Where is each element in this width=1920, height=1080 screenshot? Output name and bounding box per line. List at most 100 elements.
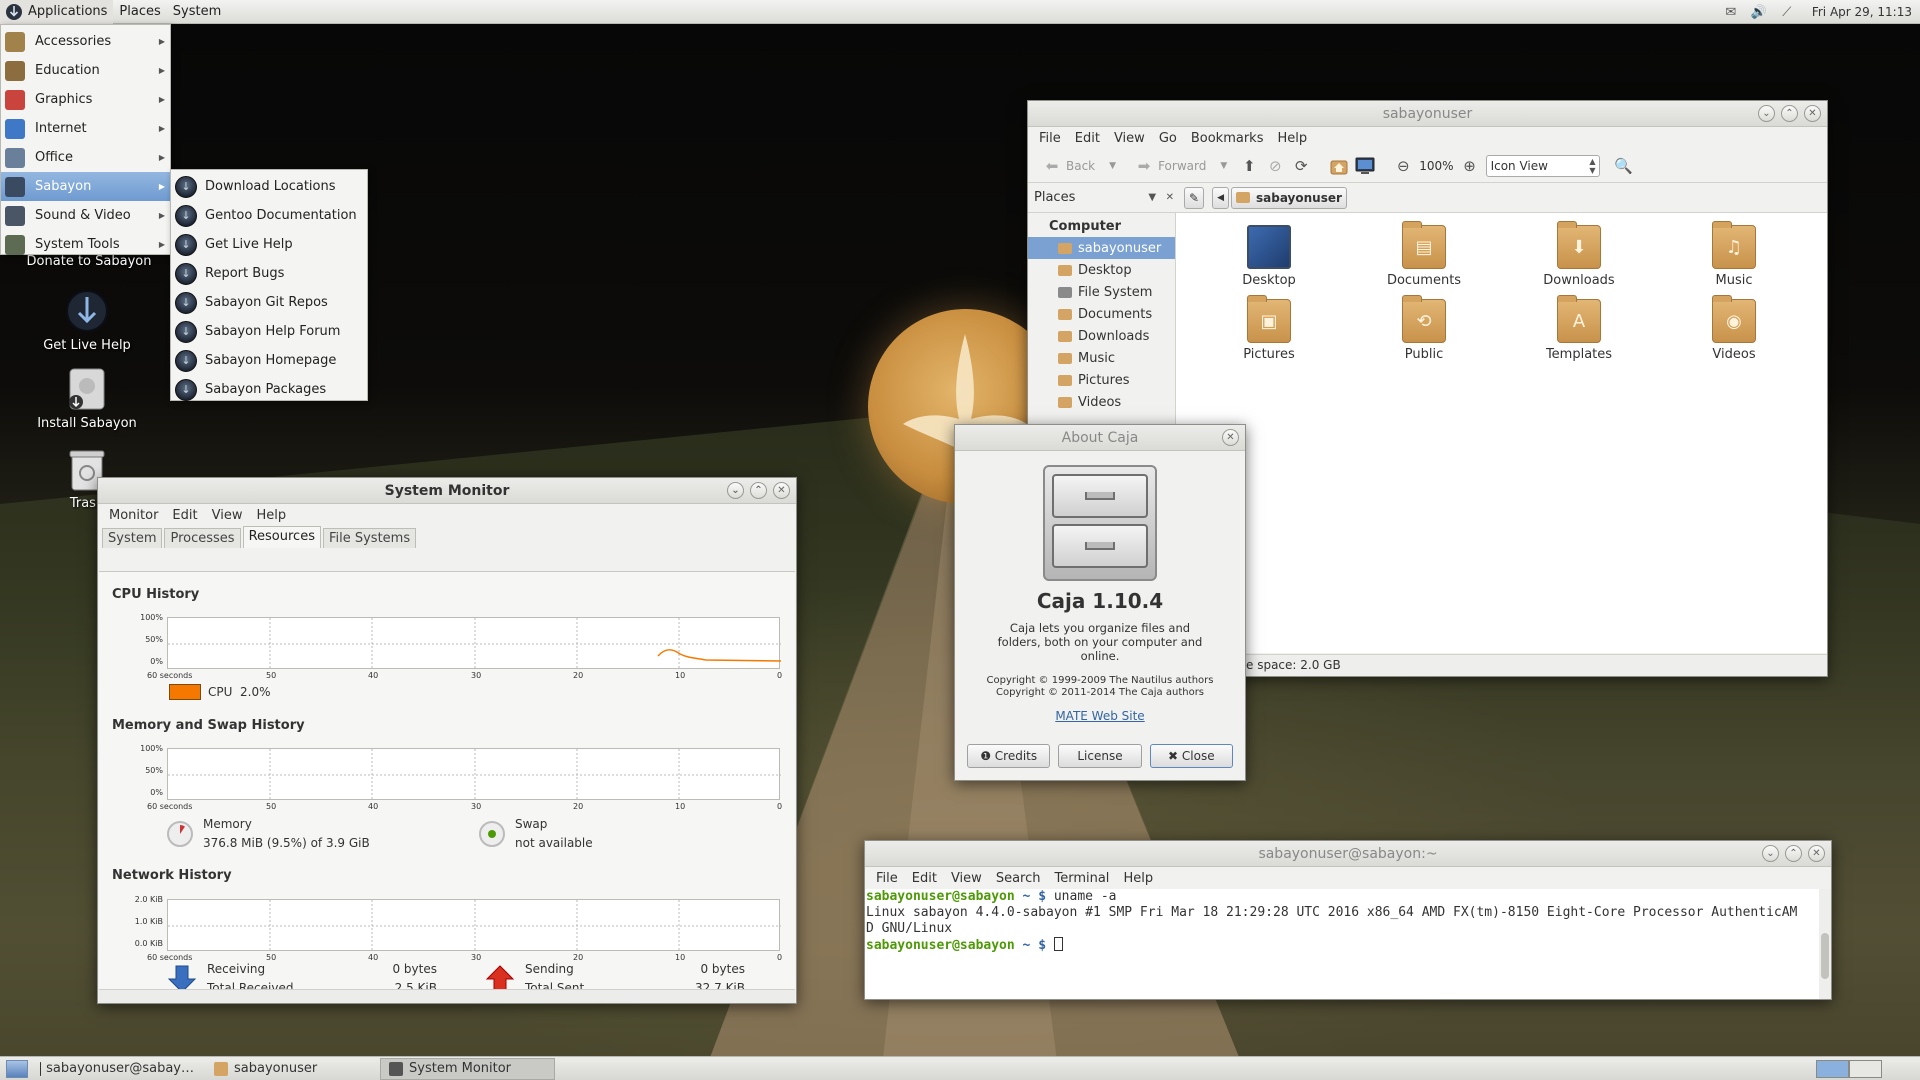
tab-processes[interactable]: Processes — [164, 528, 241, 548]
maximize-button[interactable]: ⌃ — [1785, 845, 1802, 862]
back-button[interactable]: ⬅ Back ▼ — [1036, 156, 1122, 176]
memory-pie-icon[interactable] — [167, 821, 193, 847]
file-item-pictures[interactable]: ▣ Pictures — [1214, 295, 1324, 362]
path-button-current[interactable]: sabayonuser — [1230, 186, 1347, 209]
up-arrow-icon[interactable]: ⬆ — [1239, 156, 1259, 176]
cpu-color-swatch[interactable] — [169, 684, 201, 700]
notification-icon[interactable]: ✉ — [1722, 3, 1740, 21]
terminal-scrollbar[interactable] — [1819, 889, 1831, 999]
close-button[interactable]: ✕ — [1222, 429, 1239, 446]
close-button[interactable]: ✕ — [773, 482, 790, 499]
menu-item-sabayon[interactable]: Sabayon ▶ — [1, 172, 170, 201]
file-item-downloads[interactable]: ⬇ Downloads — [1524, 221, 1634, 288]
terminal-menu-terminal[interactable]: Terminal — [1047, 871, 1116, 886]
caja-menu-go[interactable]: Go — [1152, 131, 1184, 146]
close-dialog-button[interactable]: ✖ Close — [1149, 744, 1233, 768]
places-dropdown-icon[interactable]: ▼ ✕ — [1148, 192, 1174, 203]
terminal-output[interactable]: sabayonuser@sabayon ~ $ uname -a Linux s… — [865, 889, 1820, 999]
website-link[interactable]: MATE Web Site — [955, 709, 1245, 723]
terminal-menu-edit[interactable]: Edit — [905, 871, 944, 886]
submenu-item-get-live-help[interactable]: ↓ Get Live Help — [171, 230, 367, 259]
close-button[interactable]: ✕ — [1804, 105, 1821, 122]
submenu-item-sabayon-git-repos[interactable]: ↓ Sabayon Git Repos — [171, 288, 367, 317]
volume-icon[interactable]: 🔊 — [1750, 3, 1768, 21]
file-item-music[interactable]: ♫ Music — [1679, 221, 1789, 288]
menu-item-accessories[interactable]: Accessories ▶ — [1, 27, 170, 56]
minimize-button[interactable]: ⌄ — [727, 482, 744, 499]
submenu-item-sabayon-help-forum[interactable]: ↓ Sabayon Help Forum — [171, 317, 367, 346]
sidebar-item-pictures[interactable]: Pictures — [1028, 369, 1175, 391]
sysmon-menu-edit[interactable]: Edit — [165, 508, 204, 523]
menu-item-system-tools[interactable]: System Tools ▶ — [1, 230, 170, 259]
sidebar-item-videos[interactable]: Videos — [1028, 391, 1175, 413]
maximize-button[interactable]: ⌃ — [750, 482, 767, 499]
file-item-public[interactable]: ⟲ Public — [1369, 295, 1479, 362]
minimize-button[interactable]: ⌄ — [1758, 105, 1775, 122]
sidebar-item-downloads[interactable]: Downloads — [1028, 325, 1175, 347]
submenu-item-sabayon-packages[interactable]: ↓ Sabayon Packages — [171, 375, 367, 404]
menu-item-graphics[interactable]: Graphics ▶ — [1, 85, 170, 114]
sysmon-menu-view[interactable]: View — [205, 508, 250, 523]
terminal-menu-help[interactable]: Help — [1116, 871, 1160, 886]
taskbar-item-sabayonuser-sabay[interactable]: sabayonuser@sabay… — [32, 1058, 202, 1080]
places-menu-button[interactable]: Places — [113, 0, 166, 24]
places-selector[interactable]: Places ▼ ✕ — [1028, 190, 1178, 205]
maximize-button[interactable]: ⌃ — [1781, 105, 1798, 122]
terminal-titlebar[interactable]: sabayonuser@sabayon:~ ⌄ ⌃ ✕ — [865, 841, 1831, 867]
caja-menu-bookmarks[interactable]: Bookmarks — [1184, 131, 1271, 146]
icon-view[interactable]: Desktop ▤ Documents ⬇ Downloads ♫ Music ▣ Pictur… — [1176, 213, 1827, 653]
zoom-out-icon[interactable]: ⊖ — [1393, 156, 1413, 176]
license-button[interactable]: License — [1058, 744, 1142, 768]
view-mode-select[interactable]: Icon View ▲ ▼ — [1485, 154, 1600, 177]
submenu-item-sabayon-homepage[interactable]: ↓ Sabayon Homepage — [171, 346, 367, 375]
search-icon[interactable]: 🔍 — [1614, 156, 1634, 176]
submenu-item-download-locations[interactable]: ↓ Download Locations — [171, 172, 367, 201]
stop-icon[interactable]: ⊘ — [1265, 156, 1285, 176]
file-item-videos[interactable]: ◉ Videos — [1679, 295, 1789, 362]
resize-grip[interactable] — [99, 989, 795, 1003]
close-button[interactable]: ✕ — [1808, 845, 1825, 862]
sidebar-item-sabayonuser[interactable]: sabayonuser — [1028, 237, 1175, 259]
forward-button[interactable]: ➡ Forward ▼ — [1128, 156, 1233, 176]
taskbar-item-sabayonuser[interactable]: sabayonuser — [206, 1058, 376, 1080]
caja-menu-help[interactable]: Help — [1270, 131, 1314, 146]
computer-icon[interactable] — [1355, 156, 1375, 176]
caja-menu-file[interactable]: File — [1032, 131, 1068, 146]
workspace-1[interactable] — [1816, 1060, 1849, 1078]
menu-item-internet[interactable]: Internet ▶ — [1, 114, 170, 143]
network-icon[interactable]: ⟋ — [1778, 3, 1796, 21]
caja-menu-view[interactable]: View — [1107, 131, 1152, 146]
zoom-in-icon[interactable]: ⊕ — [1460, 156, 1480, 176]
sidebar-item-desktop[interactable]: Desktop — [1028, 259, 1175, 281]
sysmon-titlebar[interactable]: System Monitor ⌄ ⌃ ✕ — [98, 478, 796, 504]
file-item-documents[interactable]: ▤ Documents — [1369, 221, 1479, 288]
minimize-button[interactable]: ⌄ — [1762, 845, 1779, 862]
path-left-button[interactable]: ◀ — [1212, 186, 1229, 209]
scrollbar-thumb[interactable] — [1821, 933, 1829, 979]
taskbar-item-system-monitor[interactable]: System Monitor — [380, 1057, 555, 1080]
applications-menu-button[interactable]: Applications — [0, 0, 114, 24]
submenu-item-gentoo-documentation[interactable]: ↓ Gentoo Documentation — [171, 201, 367, 230]
home-icon[interactable] — [1329, 156, 1349, 176]
sidebar-item-documents[interactable]: Documents — [1028, 303, 1175, 325]
terminal-menu-file[interactable]: File — [869, 871, 905, 886]
back-dropdown-icon[interactable]: ▼ — [1109, 161, 1116, 171]
about-titlebar[interactable]: About Caja ✕ — [955, 425, 1245, 451]
menu-item-office[interactable]: Office ▶ — [1, 143, 170, 172]
menu-item-education[interactable]: Education ▶ — [1, 56, 170, 85]
file-item-templates[interactable]: A Templates — [1524, 295, 1634, 362]
show-desktop-icon[interactable] — [6, 1059, 28, 1078]
workspace-2[interactable] — [1849, 1060, 1882, 1078]
desktop-icon-install[interactable]: Install Sabayon — [22, 366, 152, 431]
sysmon-menu-help[interactable]: Help — [249, 508, 293, 523]
forward-dropdown-icon[interactable]: ▼ — [1220, 161, 1227, 171]
file-item-desktop[interactable]: Desktop — [1214, 225, 1324, 288]
caja-titlebar[interactable]: sabayonuser ⌄ ⌃ ✕ — [1028, 101, 1827, 127]
sidebar-item-music[interactable]: Music — [1028, 347, 1175, 369]
terminal-menu-view[interactable]: View — [944, 871, 989, 886]
submenu-item-report-bugs[interactable]: ↓ Report Bugs — [171, 259, 367, 288]
tab-resources[interactable]: Resources — [242, 526, 321, 548]
desktop-icon-live-help[interactable]: Get Live Help — [22, 288, 152, 353]
sidebar-item-file-system[interactable]: File System — [1028, 281, 1175, 303]
tab-file-systems[interactable]: File Systems — [322, 528, 417, 548]
